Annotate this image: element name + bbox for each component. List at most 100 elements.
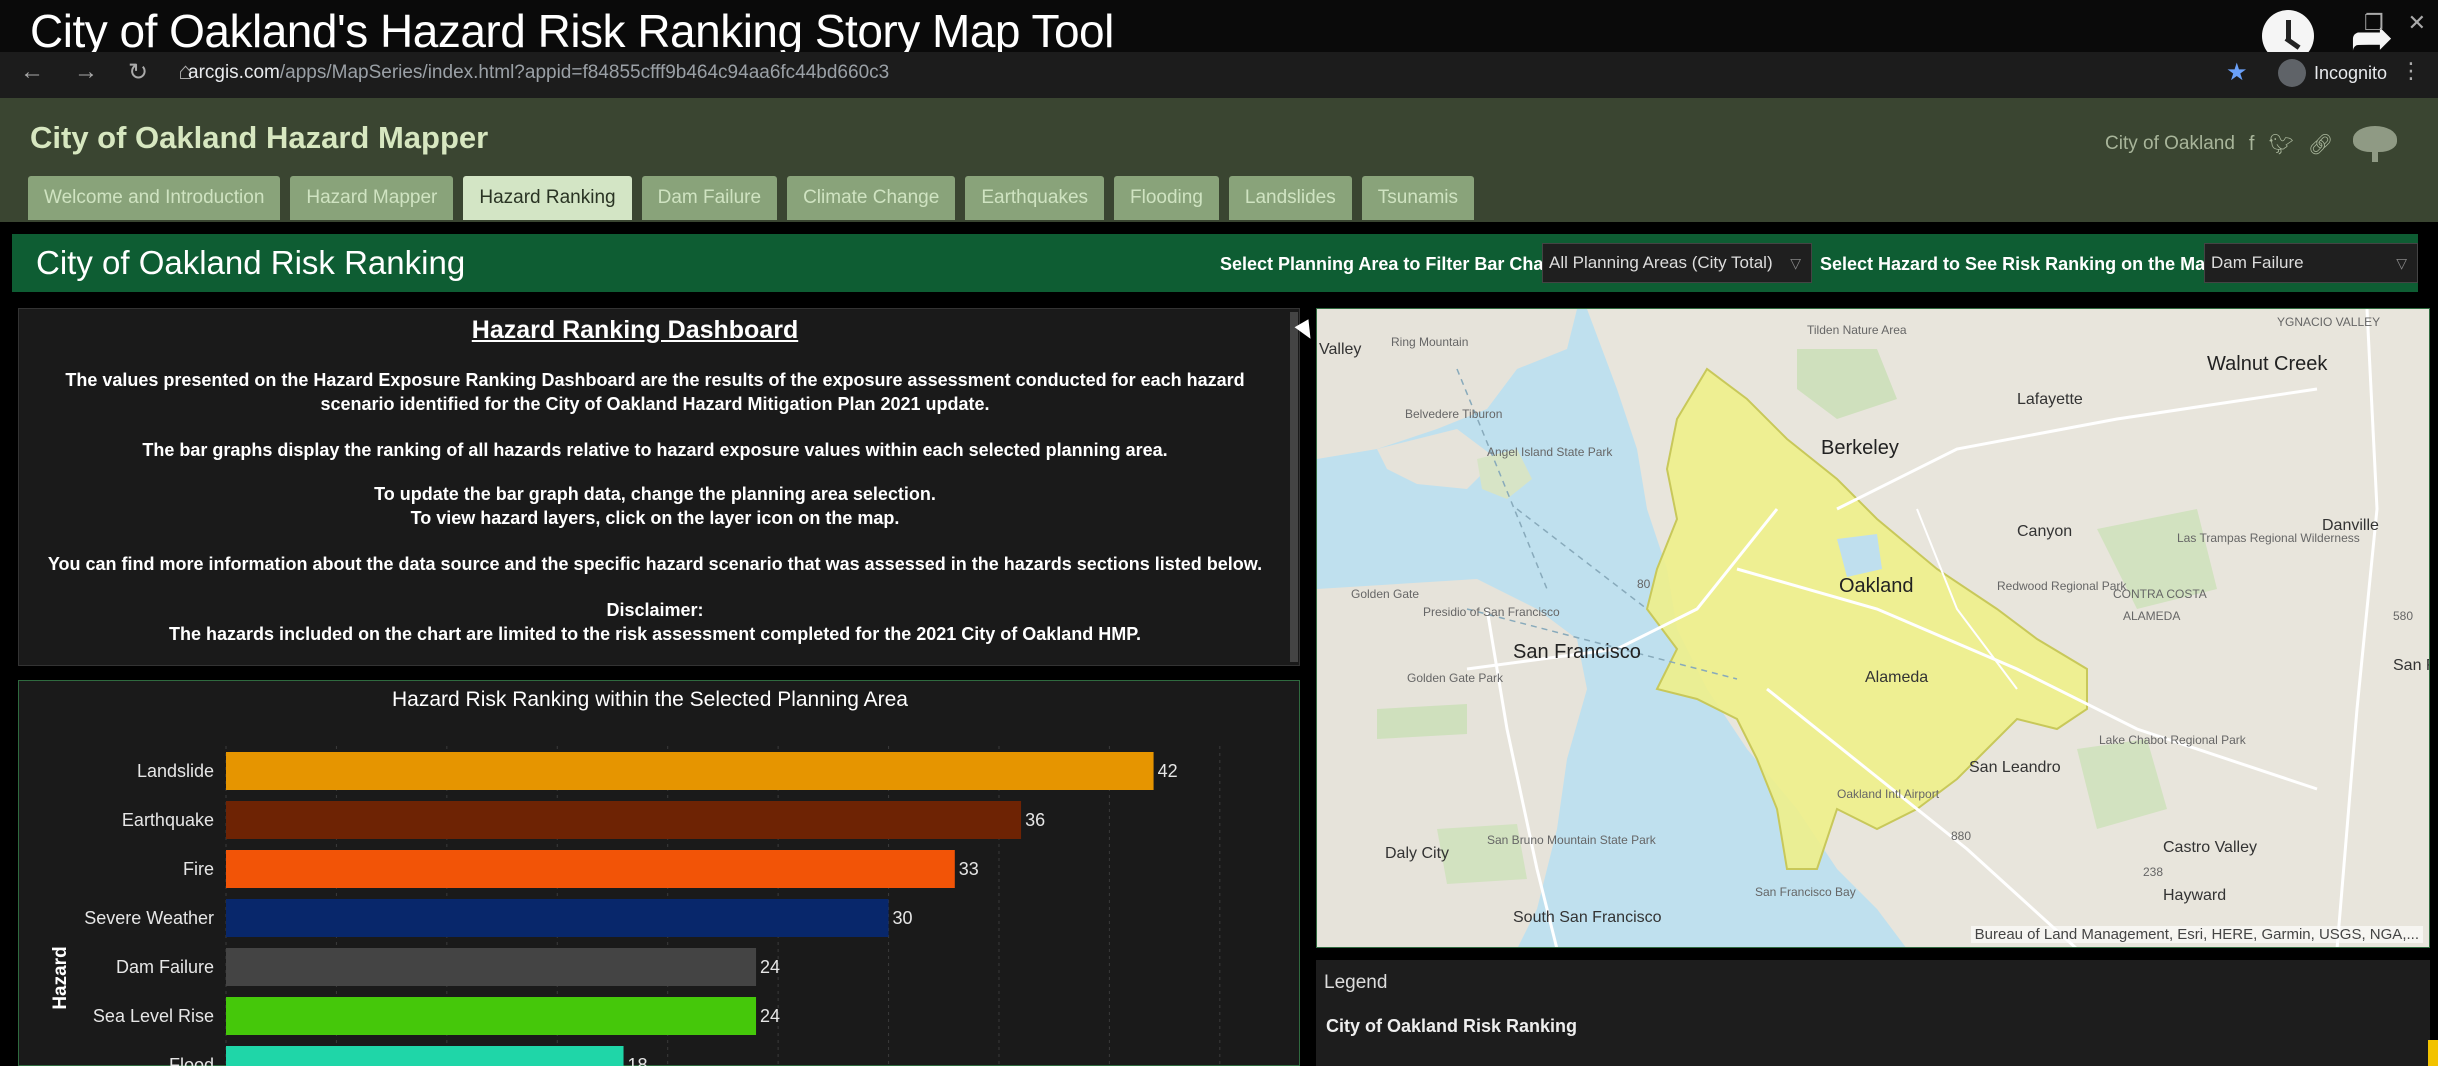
chart-title: Hazard Risk Ranking within the Selected … [392, 688, 908, 711]
map-label-alameda-county: ALAMEDA [2123, 609, 2181, 623]
map-label-golden-gate-park: Golden Gate Park [1407, 671, 1504, 685]
incognito-label: Incognito [2314, 62, 2388, 83]
map-label-oakland: Oakland [1839, 575, 1914, 597]
ferry-line-2 [1516, 508, 1648, 610]
tab-landslides[interactable]: Landslides [1228, 176, 1352, 220]
ranking-title: City of Oakland Risk Ranking [36, 244, 466, 281]
video-title: City of Oakland's Hazard Risk Ranking St… [30, 5, 1114, 57]
tab-flooding[interactable]: Flooding [1114, 176, 1219, 220]
map-attribution: Bureau of Land Management, Esri, HERE, G… [1970, 926, 2423, 943]
story-tabs: Welcome and Introduction Hazard Mapper Haz… [28, 176, 1474, 220]
ggpark-green [1377, 704, 1467, 739]
category-label: Landslide [137, 761, 214, 781]
legend-title: Legend [1324, 972, 1388, 993]
map-label-ygnacio: YGNACIO VALLEY [2277, 315, 2381, 329]
bookmark-star-icon[interactable]: ★ [2226, 58, 2248, 87]
disclaimer-label: Disclaimer: [606, 600, 704, 620]
chevron-down-icon: ▽ [2396, 255, 2407, 271]
bar-flood[interactable] [226, 1046, 624, 1066]
map-label-south-sf: South San Francisco [1513, 909, 1662, 926]
map-label-canyon: Canyon [2017, 523, 2073, 540]
oak-tree-logo-icon [2347, 124, 2403, 164]
map-label-alameda: Alameda [1865, 669, 1929, 686]
map-label-daly-city: Daly City [1385, 845, 1450, 862]
dashboard-scrollbar[interactable] [1290, 312, 1298, 662]
incognito-badge[interactable]: Incognito [2278, 59, 2387, 87]
sf-peninsula-land [1317, 579, 1587, 947]
map-label-ring-mountain: Ring Mountain [1391, 335, 1469, 349]
map-label-lake-chabot: Lake Chabot Regional Park [2099, 733, 2246, 747]
map-label-hayward: Hayward [2163, 887, 2227, 904]
value-label: 42 [1158, 761, 1178, 781]
dashboard-paragraph-3b: To view hazard layers, click on the laye… [410, 508, 900, 528]
map-view[interactable]: Ring Mountain Valley Tilden Nature Area … [1316, 308, 2430, 948]
map-label-san-r: San R [2393, 657, 2429, 674]
map-label-hwy-238: 238 [2143, 865, 2164, 879]
twitter-icon[interactable]: 🐦︎ [2268, 132, 2293, 157]
side-tab[interactable] [2428, 1040, 2438, 1066]
browser-menu-icon[interactable]: ⋮ [2400, 58, 2422, 84]
url-path: /apps/MapSeries/index.html?appid=f84855c… [279, 62, 890, 83]
map-label-sf-bay: San Francisco Bay [1755, 885, 1856, 899]
legend-layer-name: City of Oakland Risk Ranking [1326, 1016, 1578, 1036]
map-label-tilden: Tilden Nature Area [1807, 323, 1907, 337]
category-label: Dam Failure [116, 957, 214, 977]
dashboard-title: Hazard Ranking Dashboard [471, 316, 799, 344]
legend-panel [1316, 960, 2430, 1066]
value-label: 36 [1025, 810, 1045, 830]
category-label: Sea Level Rise [93, 1006, 214, 1026]
bar-severe-weather[interactable] [226, 899, 889, 937]
link-icon[interactable]: 🔗︎ [2308, 132, 2333, 157]
hazard-select-value: Dam Failure [2211, 253, 2304, 272]
bar-fire[interactable] [226, 850, 955, 888]
map-label-hwy-880: 880 [1951, 829, 1972, 843]
dashboard-paragraph-1: The values presented on the Hazard Expos… [65, 370, 1245, 414]
value-label: 24 [760, 957, 780, 977]
dashboard-paragraph-4: You can find more information about the … [47, 554, 1263, 574]
hazard-bar-chart: Landslide 42 Earthquake 36 Fire 33 Severe Weat… [50, 746, 1221, 1066]
bar-landslide[interactable] [226, 752, 1154, 790]
browser-nav: ← → ↻ ⌂ [20, 58, 193, 87]
org-link[interactable]: City of Oakland [2105, 133, 2235, 155]
map-basemap [1317, 309, 2429, 947]
incognito-icon [2278, 59, 2306, 87]
value-label: 33 [959, 859, 979, 879]
disclaimer-text: The hazards included on the chart are li… [169, 624, 1141, 644]
map-label-oakland-airport: Oakland Intl Airport [1837, 787, 1940, 801]
tab-dam-failure[interactable]: Dam Failure [641, 176, 778, 220]
map-label-castro-valley: Castro Valley [2163, 839, 2257, 856]
category-label: Earthquake [122, 810, 214, 830]
close-icon[interactable]: ✕ [2408, 10, 2426, 36]
category-label: Severe Weather [84, 908, 214, 928]
bar-sea-level-rise[interactable] [226, 997, 757, 1035]
tab-hazard-mapper[interactable]: Hazard Mapper [290, 176, 454, 220]
value-label: 30 [893, 908, 913, 928]
restore-icon[interactable]: ❐ [2364, 10, 2384, 36]
value-label: 24 [760, 1006, 780, 1026]
map-label-angel-island: Angel Island State Park [1487, 445, 1613, 459]
y-axis-label: Hazard [50, 946, 71, 1009]
map-label-san-bruno: San Bruno Mountain State Park [1487, 833, 1656, 847]
map-label-presidio: Presidio of San Francisco [1423, 605, 1560, 619]
map-label-san-francisco: San Francisco [1513, 641, 1641, 663]
forward-icon[interactable]: → [74, 58, 98, 87]
map-label-valley: Valley [1319, 341, 1362, 358]
map-label-berkeley: Berkeley [1821, 437, 1899, 459]
url-field[interactable]: arcgis.com/apps/MapSeries/index.html?app… [188, 62, 889, 84]
tab-climate-change[interactable]: Climate Change [787, 176, 956, 220]
back-icon[interactable]: ← [20, 58, 44, 87]
bar-earthquake[interactable] [226, 801, 1022, 839]
dashboard-paragraph-2: The bar graphs display the ranking of al… [142, 440, 1168, 460]
planning-area-select[interactable]: All Planning Areas (City Total) ▽ [1542, 243, 1812, 283]
tab-tsunamis[interactable]: Tsunamis [1361, 176, 1474, 220]
tab-welcome-and-introduction[interactable]: Welcome and Introduction [28, 176, 281, 220]
reload-icon[interactable]: ↻ [128, 58, 148, 87]
app-title: City of Oakland Hazard Mapper [30, 120, 489, 155]
tab-earthquakes[interactable]: Earthquakes [965, 176, 1105, 220]
url-host: arcgis.com [188, 62, 280, 83]
hazard-select[interactable]: Dam Failure ▽ [2204, 243, 2418, 283]
bar-dam-failure[interactable] [226, 948, 757, 986]
facebook-icon[interactable]: f [2249, 133, 2255, 156]
tab-hazard-ranking[interactable]: Hazard Ranking [463, 176, 632, 220]
value-label: 18 [628, 1055, 648, 1066]
